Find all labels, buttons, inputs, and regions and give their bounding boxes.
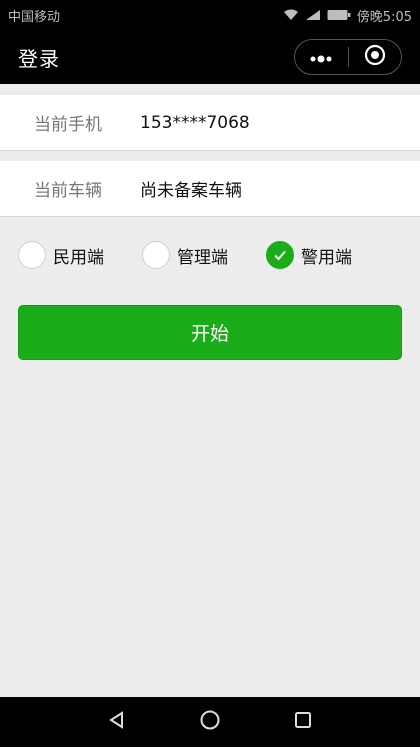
wifi-icon — [283, 9, 299, 21]
radio-admin[interactable]: 管理端 — [142, 241, 228, 269]
start-button[interactable]: 开始 — [18, 305, 402, 360]
more-dots-icon — [309, 48, 333, 67]
radio-label: 管理端 — [177, 247, 228, 268]
radio-label: 警用端 — [301, 247, 352, 268]
more-button[interactable] — [295, 40, 348, 74]
back-icon — [107, 710, 127, 734]
back-button[interactable] — [71, 710, 164, 734]
nav-bar: 登录 — [0, 30, 420, 84]
capsule-menu — [294, 39, 402, 75]
close-button[interactable] — [349, 40, 402, 74]
page-title: 登录 — [18, 46, 60, 71]
phone-label: 当前手机 — [34, 115, 102, 135]
status-right: 傍晚5:05 — [283, 6, 412, 25]
vehicle-value: 尚未备案车辆 — [140, 181, 242, 201]
close-target-icon — [364, 44, 386, 70]
radio-checked-icon — [266, 241, 294, 269]
recent-apps-button[interactable] — [257, 710, 350, 734]
home-button[interactable] — [164, 709, 257, 735]
home-icon — [199, 709, 221, 735]
radio-unchecked-icon — [142, 241, 170, 269]
role-radio-group: 民用端 管理端 警用端 — [18, 235, 418, 275]
radio-unchecked-icon — [18, 241, 46, 269]
vehicle-label: 当前车辆 — [34, 181, 102, 201]
status-bar: 中国移动 傍晚5:05 — [0, 0, 420, 30]
phone-value: 153****7068 — [140, 112, 250, 133]
battery-icon — [327, 9, 351, 21]
recent-apps-icon — [293, 710, 313, 734]
system-nav-bar — [0, 697, 420, 747]
carrier-label: 中国移动 — [8, 9, 61, 25]
radio-civil[interactable]: 民用端 — [18, 241, 104, 269]
radio-label: 民用端 — [53, 247, 104, 268]
radio-police[interactable]: 警用端 — [266, 241, 352, 269]
clock: 傍晚5:05 — [356, 9, 412, 25]
phone-row: 当前手机 153****7068 — [0, 95, 420, 151]
signal-icon — [305, 9, 321, 21]
vehicle-row: 当前车辆 尚未备案车辆 — [0, 161, 420, 217]
